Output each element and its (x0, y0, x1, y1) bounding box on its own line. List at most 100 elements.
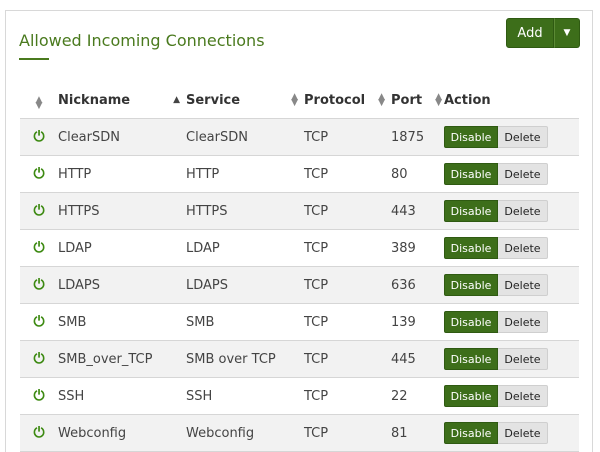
status-cell: ⏻ (20, 229, 58, 267)
service-column-header[interactable]: Service ▲ ▼ (186, 82, 304, 119)
action-cell: Disable Delete (444, 266, 579, 304)
delete-button[interactable]: Delete (498, 163, 548, 185)
service-cell: HTTP (186, 155, 304, 193)
table-row: ⏻ SSH SSH TCP 22 Disable Delete (20, 377, 579, 415)
nickname-header-label: Nickname (58, 92, 131, 108)
sort-icon: ▲ ▼ (291, 92, 298, 108)
port-cell: 443 (391, 192, 444, 230)
sort-icon: ▲ ▼ (35, 95, 43, 111)
delete-button[interactable]: Delete (498, 126, 548, 148)
nickname-cell: Webconfig (58, 414, 186, 452)
power-icon[interactable]: ⏻ (33, 351, 44, 367)
protocol-cell: TCP (304, 414, 391, 452)
disable-button[interactable]: Disable (444, 274, 498, 296)
nickname-cell: HTTP (58, 155, 186, 193)
sort-ascending-icon: ▲ (173, 95, 180, 105)
port-cell: 1875 (391, 118, 444, 156)
table-row: ⏻ HTTPS HTTPS TCP 443 Disable Delete (20, 192, 579, 230)
service-cell: LDAPS (186, 266, 304, 304)
add-button-group: Add ▼ (506, 18, 580, 48)
service-cell: SMB (186, 303, 304, 341)
power-icon[interactable]: ⏻ (33, 240, 44, 256)
status-cell: ⏻ (20, 118, 58, 156)
port-cell: 81 (391, 414, 444, 452)
disable-button[interactable]: Disable (444, 237, 498, 259)
table-row: ⏻ SMB_over_TCP SMB over TCP TCP 445 Disable De… (20, 340, 579, 378)
sort-icon: ▲ ▼ (378, 92, 385, 108)
protocol-cell: TCP (304, 155, 391, 193)
action-cell: Disable Delete (444, 340, 579, 378)
status-cell: ⏻ (20, 414, 58, 452)
status-cell: ⏻ (20, 377, 58, 415)
add-dropdown-toggle[interactable]: ▼ (554, 18, 580, 48)
action-cell: Disable Delete (444, 192, 579, 230)
protocol-cell: TCP (304, 340, 391, 378)
status-cell: ⏻ (20, 155, 58, 193)
disable-button[interactable]: Disable (444, 385, 498, 407)
port-cell: 636 (391, 266, 444, 304)
delete-button[interactable]: Delete (498, 348, 548, 370)
panel-title: Allowed Incoming Connections (19, 31, 265, 50)
protocol-cell: TCP (304, 229, 391, 267)
disable-button[interactable]: Disable (444, 163, 498, 185)
nickname-cell: SMB_over_TCP (58, 340, 186, 378)
disable-button[interactable]: Disable (444, 200, 498, 222)
power-icon[interactable]: ⏻ (33, 277, 44, 293)
table-row: ⏻ Webconfig Webconfig TCP 81 Disable Delete (20, 414, 579, 452)
action-header-label: Action (444, 92, 491, 108)
nickname-cell: SMB (58, 303, 186, 341)
nickname-cell: HTTPS (58, 192, 186, 230)
status-column-header[interactable]: ▲ ▼ (20, 82, 58, 119)
add-button[interactable]: Add (506, 18, 554, 48)
port-cell: 22 (391, 377, 444, 415)
table-row: ⏻ LDAPS LDAPS TCP 636 Disable Delete (20, 266, 579, 304)
action-cell: Disable Delete (444, 229, 579, 267)
disable-button[interactable]: Disable (444, 311, 498, 333)
service-cell: SSH (186, 377, 304, 415)
disable-button[interactable]: Disable (444, 422, 498, 444)
protocol-column-header[interactable]: Protocol ▲ ▼ (304, 82, 391, 119)
protocol-cell: TCP (304, 118, 391, 156)
action-cell: Disable Delete (444, 118, 579, 156)
table-row: ⏻ LDAP LDAP TCP 389 Disable Delete (20, 229, 579, 267)
service-cell: ClearSDN (186, 118, 304, 156)
power-icon[interactable]: ⏻ (33, 388, 44, 404)
protocol-header-label: Protocol (304, 92, 366, 108)
power-icon[interactable]: ⏻ (33, 425, 44, 441)
service-cell: Webconfig (186, 414, 304, 452)
table-row: ⏻ SMB SMB TCP 139 Disable Delete (20, 303, 579, 341)
delete-button[interactable]: Delete (498, 311, 548, 333)
disable-button[interactable]: Disable (444, 126, 498, 148)
action-cell: Disable Delete (444, 303, 579, 341)
nickname-column-header[interactable]: Nickname ▲ (58, 82, 186, 119)
protocol-cell: TCP (304, 266, 391, 304)
power-icon[interactable]: ⏻ (33, 129, 44, 145)
delete-button[interactable]: Delete (498, 237, 548, 259)
service-cell: SMB over TCP (186, 340, 304, 378)
port-cell: 389 (391, 229, 444, 267)
port-cell: 445 (391, 340, 444, 378)
action-cell: Disable Delete (444, 155, 579, 193)
title-underline (19, 58, 49, 60)
service-cell: HTTPS (186, 192, 304, 230)
delete-button[interactable]: Delete (498, 385, 548, 407)
table-row: ⏻ ClearSDN ClearSDN TCP 1875 Disable Delete (20, 118, 579, 156)
delete-button[interactable]: Delete (498, 274, 548, 296)
nickname-cell: ClearSDN (58, 118, 186, 156)
disable-button[interactable]: Disable (444, 348, 498, 370)
protocol-cell: TCP (304, 303, 391, 341)
table-header-row: ▲ ▼ Nickname ▲ Service ▲ ▼ Protocol ▲ ▼ … (20, 82, 579, 119)
power-icon[interactable]: ⏻ (33, 203, 44, 219)
port-column-header[interactable]: Port ▲ ▼ (391, 82, 444, 119)
status-cell: ⏻ (20, 266, 58, 304)
port-cell: 139 (391, 303, 444, 341)
action-column-header: Action (444, 82, 579, 119)
delete-button[interactable]: Delete (498, 200, 548, 222)
status-cell: ⏻ (20, 340, 58, 378)
power-icon[interactable]: ⏻ (33, 314, 44, 330)
delete-button[interactable]: Delete (498, 422, 548, 444)
protocol-cell: TCP (304, 377, 391, 415)
action-cell: Disable Delete (444, 377, 579, 415)
caret-down-icon: ▼ (563, 28, 571, 38)
power-icon[interactable]: ⏻ (33, 166, 44, 182)
